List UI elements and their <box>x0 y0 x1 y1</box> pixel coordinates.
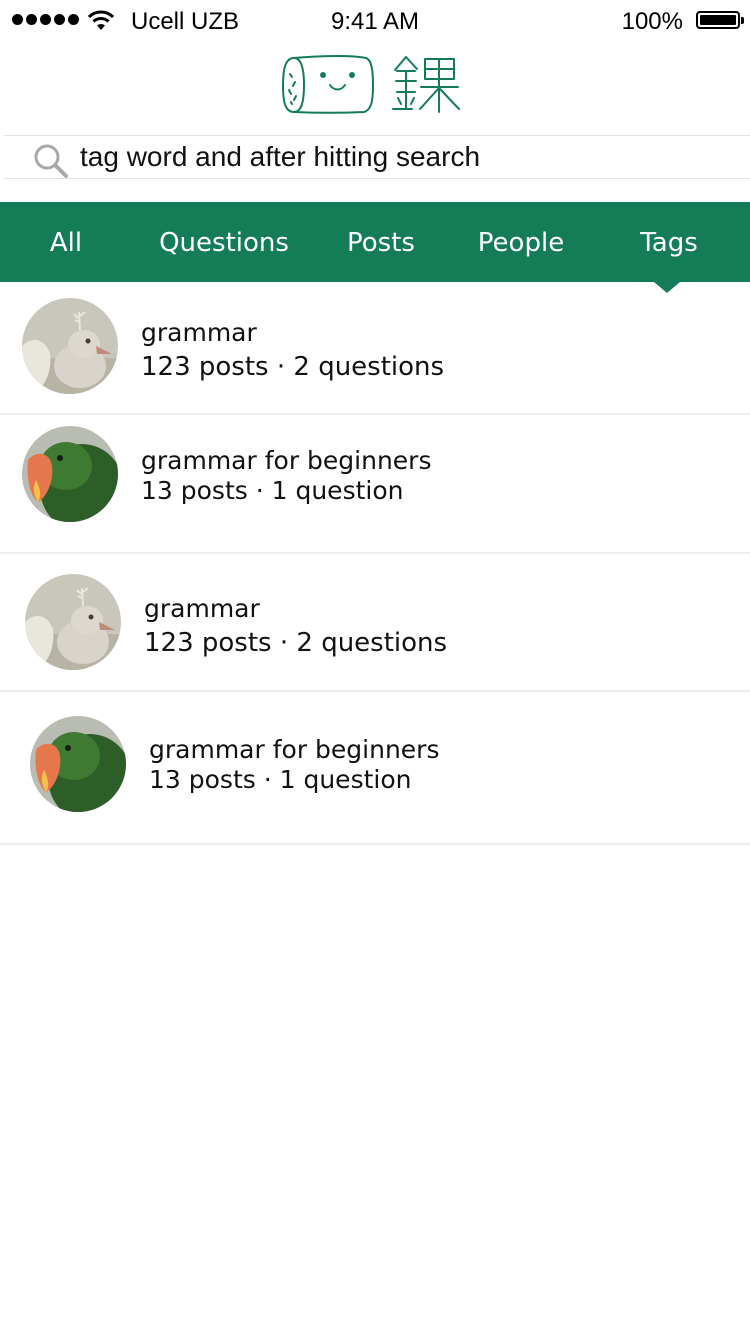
status-bar: Ucell UZB 9:41 AM 100% <box>0 0 750 40</box>
tag-avatar <box>22 298 118 394</box>
tab-tags[interactable]: Tags <box>640 202 698 282</box>
battery-percentage: 100% <box>621 8 683 35</box>
pigeon-avatar-image <box>25 574 121 670</box>
tag-avatar <box>25 574 121 670</box>
tab-all[interactable]: All <box>50 202 82 282</box>
app-logo <box>282 55 460 114</box>
tag-avatar <box>30 716 126 812</box>
tab-bar: All Questions Posts People Tags <box>0 202 750 282</box>
parrot-avatar-image <box>22 426 118 522</box>
tag-stats: 123 posts · 2 questions <box>141 352 445 382</box>
tag-stats: 123 posts · 2 questions <box>144 628 448 658</box>
search-input[interactable] <box>80 138 720 176</box>
tag-name: grammar for beginners <box>141 446 432 475</box>
search-bar <box>4 135 750 179</box>
tag-list-item[interactable]: grammar for beginners 13 posts · 1 quest… <box>0 415 750 554</box>
tab-posts[interactable]: Posts <box>347 202 415 282</box>
tag-list-item[interactable]: grammar 123 posts · 2 questions <box>0 554 750 692</box>
battery-icon <box>696 11 744 29</box>
tab-questions[interactable]: Questions <box>159 202 289 282</box>
tag-name: grammar <box>144 594 260 623</box>
tab-people[interactable]: People <box>478 202 564 282</box>
tag-list-item[interactable]: grammar 123 posts · 2 questions <box>0 284 750 415</box>
search-icon[interactable] <box>32 142 70 180</box>
tag-avatar <box>22 426 118 522</box>
tag-stats: 13 posts · 1 question <box>141 476 404 505</box>
tag-name: grammar <box>141 318 257 347</box>
pigeon-avatar-image <box>22 298 118 394</box>
tag-list-item[interactable]: grammar for beginners 13 posts · 1 quest… <box>0 692 750 845</box>
tag-stats: 13 posts · 1 question <box>149 765 412 794</box>
tag-name: grammar for beginners <box>149 735 440 764</box>
parrot-avatar-image <box>30 716 126 812</box>
